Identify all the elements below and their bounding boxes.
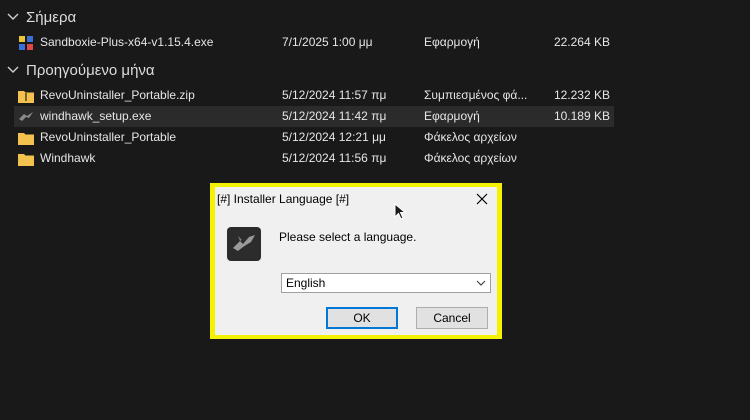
chevron-down-icon (7, 66, 19, 73)
zip-folder-icon (18, 85, 36, 106)
folder-icon (18, 148, 36, 169)
selected-language: English (286, 276, 326, 290)
language-select[interactable]: English (281, 273, 491, 293)
file-type: Εφαρμογή (424, 35, 480, 49)
file-size: 22.264 KB (553, 35, 610, 49)
folder-icon (18, 127, 36, 148)
file-type: Συμπιεσμένος φά... (424, 88, 528, 102)
close-icon (476, 193, 488, 205)
file-date: 7/1/2025 1:00 μμ (282, 35, 373, 49)
file-row[interactable]: RevoUninstaller_Portable 5/12/2024 12:21… (14, 127, 614, 148)
file-size: 10.189 KB (553, 109, 610, 123)
file-row[interactable]: Sandboxie-Plus-x64-v1.15.4.exe 7/1/2025 … (14, 32, 614, 53)
group-label: Σήμερα (26, 8, 77, 26)
file-row[interactable]: Windhawk 5/12/2024 11:56 πμ Φάκελος αρχε… (14, 148, 614, 169)
dialog-prompt: Please select a language. (279, 230, 417, 244)
file-date: 5/12/2024 11:56 πμ (282, 151, 387, 165)
ok-button[interactable]: OK (326, 307, 398, 329)
file-row[interactable]: RevoUninstaller_Portable.zip 5/12/2024 1… (14, 85, 614, 106)
file-type: Φάκελος αρχείων (424, 130, 517, 144)
file-size: 12.232 KB (553, 88, 610, 102)
windhawk-app-icon (18, 106, 36, 127)
file-date: 5/12/2024 12:21 μμ (282, 130, 386, 144)
file-name: windhawk_setup.exe (40, 109, 152, 123)
file-name: Sandboxie-Plus-x64-v1.15.4.exe (40, 35, 214, 49)
close-button[interactable] (471, 189, 493, 209)
file-type: Φάκελος αρχείων (424, 151, 517, 165)
dialog-highlight: [#] Installer Language [#] Please select… (210, 183, 502, 339)
group-label: Προηγούμενο μήνα (26, 61, 155, 79)
sandboxie-app-icon (18, 32, 36, 53)
file-date: 5/12/2024 11:57 πμ (282, 88, 387, 102)
file-size (542, 148, 610, 169)
file-name: Windhawk (40, 151, 96, 165)
mouse-cursor-icon (394, 203, 407, 220)
dialog-title: [#] Installer Language [#] (217, 192, 350, 206)
group-header-today[interactable]: Σήμερα (6, 6, 76, 28)
windhawk-logo-icon (227, 227, 261, 261)
file-name: RevoUninstaller_Portable.zip (40, 88, 195, 102)
file-size (542, 127, 610, 148)
cancel-button[interactable]: Cancel (416, 307, 488, 329)
installer-language-dialog: [#] Installer Language [#] Please select… (215, 187, 497, 335)
chevron-down-icon (476, 280, 486, 286)
file-type: Εφαρμογή (424, 109, 480, 123)
file-date: 5/12/2024 11:42 πμ (282, 109, 387, 123)
group-header-previous-month[interactable]: Προηγούμενο μήνα (6, 59, 155, 81)
file-row[interactable]: windhawk_setup.exe 5/12/2024 11:42 πμ Εφ… (14, 106, 614, 127)
chevron-down-icon (7, 13, 19, 20)
file-name: RevoUninstaller_Portable (40, 130, 177, 144)
